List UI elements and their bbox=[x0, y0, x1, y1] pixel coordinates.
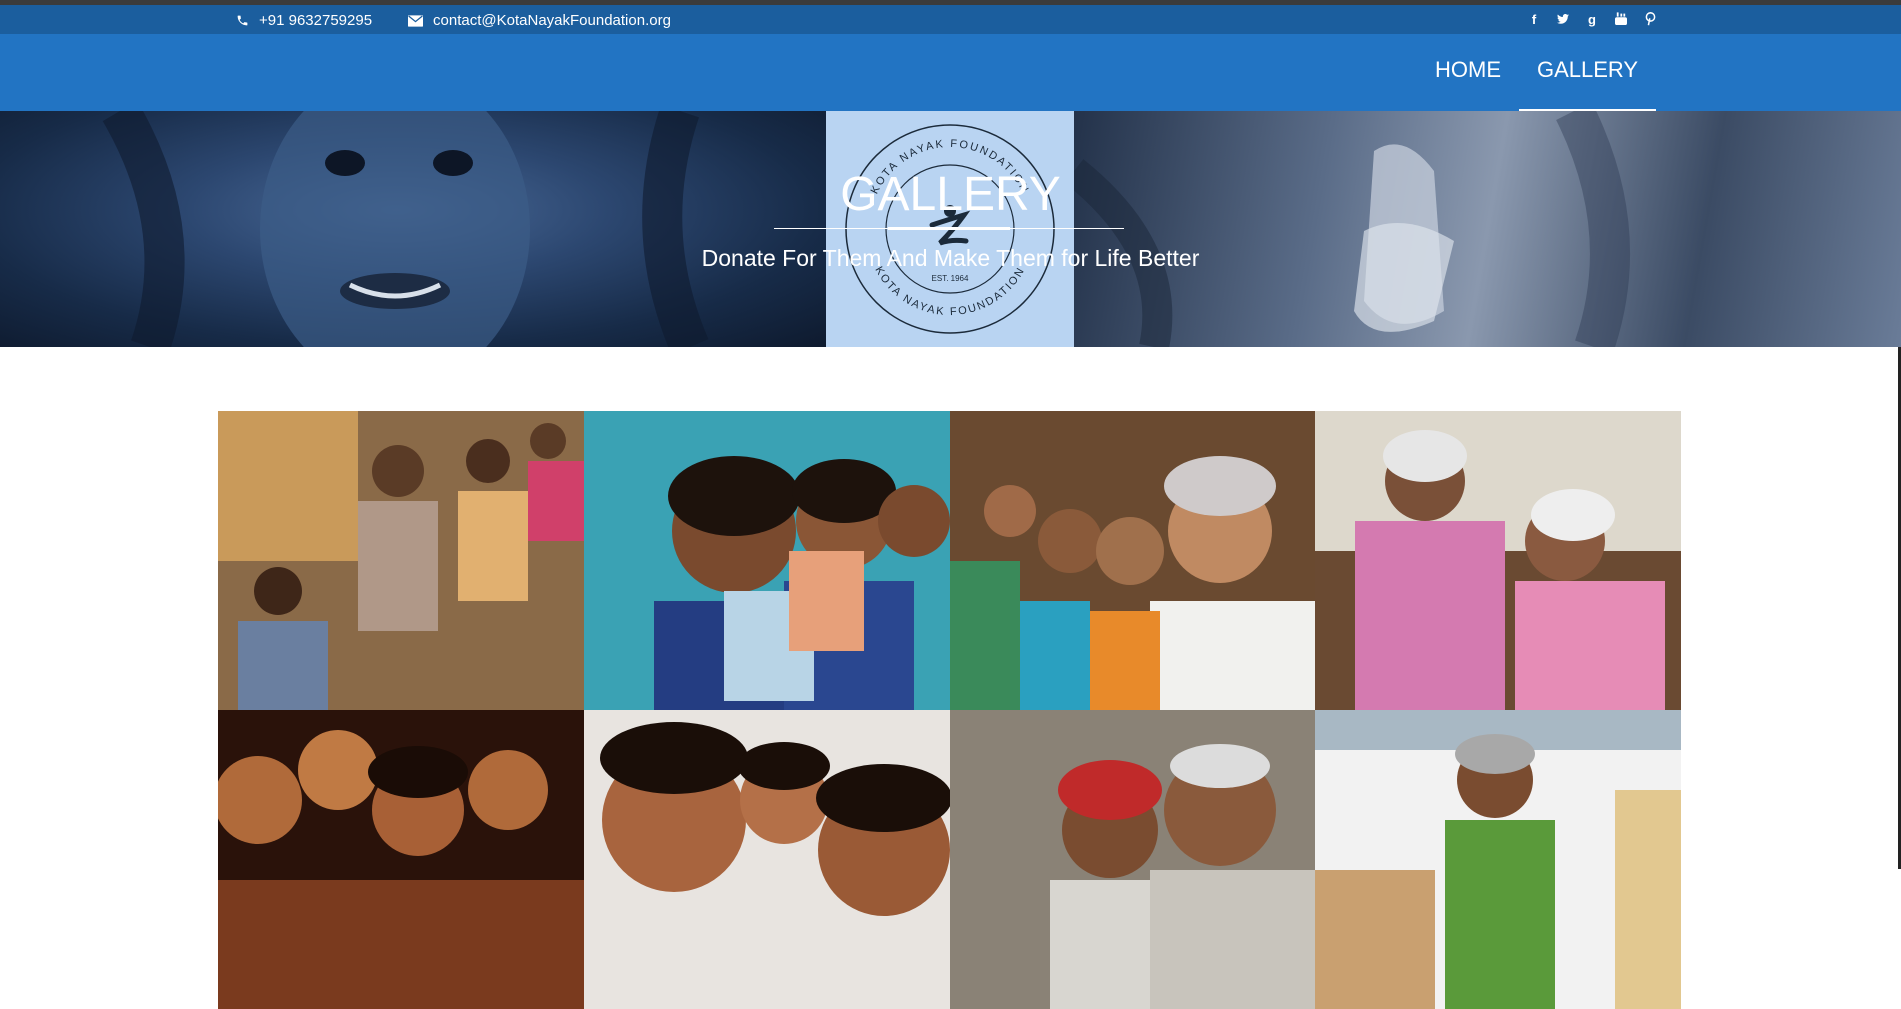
facebook-icon[interactable]: f bbox=[1528, 11, 1540, 27]
logo-est-text: EST. 1964 bbox=[932, 274, 969, 283]
contact-topbar: +91 9632759295 contact@KotaNayakFoundati… bbox=[0, 5, 1901, 34]
phone-icon bbox=[236, 14, 249, 27]
social-links: f g bbox=[1528, 11, 1673, 27]
phone-contact[interactable]: +91 9632759295 bbox=[236, 12, 372, 29]
folded-hands-photo bbox=[1074, 111, 1901, 347]
youtube-icon[interactable] bbox=[1615, 11, 1627, 27]
two-elderly-women-photo[interactable] bbox=[1315, 411, 1681, 710]
pinterest-icon[interactable] bbox=[1644, 11, 1656, 27]
google-plus-icon[interactable]: g bbox=[1586, 11, 1598, 27]
email-address: contact@KotaNayakFoundation.org bbox=[433, 12, 671, 29]
smiling-boys-photo[interactable] bbox=[583, 710, 950, 1009]
elderly-women-group-photo[interactable] bbox=[949, 411, 1316, 710]
child-face-photo bbox=[0, 111, 826, 347]
svg-text:KOTA NAYAK FOUNDATION: KOTA NAYAK FOUNDATION bbox=[872, 265, 1027, 318]
nav-menu: HOME GALLERY bbox=[1417, 34, 1657, 111]
photo-gallery bbox=[218, 411, 1681, 1009]
children-wheelchairs-photo[interactable] bbox=[218, 411, 584, 710]
main-navbar: HOME GALLERY bbox=[0, 34, 1901, 111]
elderly-woman-green-sari-photo[interactable] bbox=[1315, 710, 1681, 1009]
envelope-icon bbox=[408, 14, 424, 27]
contact-info: +91 9632759295 contact@KotaNayakFoundati… bbox=[236, 12, 707, 29]
page-subtitle: Donate For Them And Make Them for Life B… bbox=[701, 245, 1200, 271]
nav-home[interactable]: HOME bbox=[1417, 34, 1519, 111]
nav-gallery[interactable]: GALLERY bbox=[1519, 34, 1657, 111]
title-divider-accent bbox=[888, 227, 1010, 230]
page-title: GALLERY bbox=[840, 168, 1061, 221]
email-contact[interactable]: contact@KotaNayakFoundation.org bbox=[408, 12, 671, 29]
schoolgirls-books-photo[interactable] bbox=[583, 411, 950, 710]
twitter-icon[interactable] bbox=[1557, 11, 1569, 27]
phone-number: +91 9632759295 bbox=[259, 12, 373, 29]
young-children-photo[interactable] bbox=[218, 710, 584, 1009]
gallery-banner: KOTA NAYAK FOUNDATION KOTA NAYAK FOUNDAT… bbox=[0, 111, 1901, 347]
logo-ring-text-bottom: KOTA NAYAK FOUNDATION bbox=[872, 265, 1025, 318]
elderly-men-photo[interactable] bbox=[949, 710, 1316, 1009]
